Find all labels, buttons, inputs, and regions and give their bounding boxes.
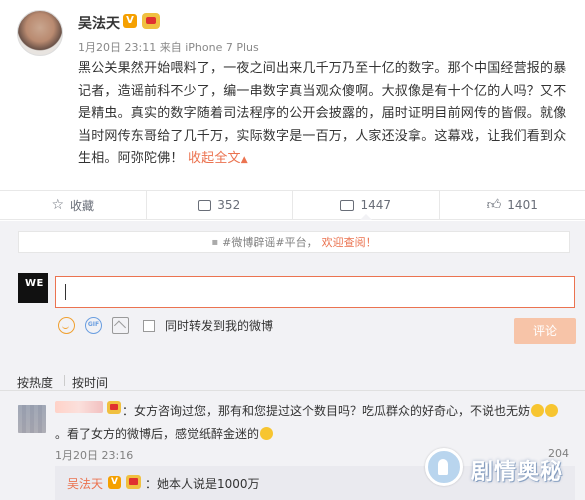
rumor-prefix: #微博辟谣#平台， xyxy=(222,236,318,249)
comment-timestamp: 1月20日 23:16 xyxy=(55,449,134,462)
sort-time-tab[interactable]: 按时间 xyxy=(72,374,108,391)
share-count: 352 xyxy=(217,198,241,212)
comment-tools: GIF 同时转发到我的微博 xyxy=(58,317,273,334)
comment-text-line1: ：女方咨询过您，那有和您提过这个数目吗？吃瓜群众的好奇心，不说也无妨 xyxy=(122,399,572,423)
share-button[interactable]: 352 xyxy=(145,191,293,219)
post-text: 黑公关果然开始喂料了，一夜之间出来几千万乃至十亿的数字。那个中国经营报的暴记者，… xyxy=(78,61,567,166)
share-icon xyxy=(198,199,212,211)
commenter-name-blurred[interactable] xyxy=(55,401,103,413)
emoji-icon[interactable] xyxy=(58,317,75,334)
my-avatar[interactable]: WE xyxy=(18,273,48,303)
speaker-icon: ▪ xyxy=(211,236,219,248)
watermark-text: 剧情奥秘 xyxy=(471,460,564,485)
like-count: 1401 xyxy=(507,198,538,212)
favorite-button[interactable]: ☆ 收藏 xyxy=(0,191,146,219)
author-avatar[interactable] xyxy=(17,10,63,56)
comment-input[interactable] xyxy=(55,276,575,308)
watermark-logo-icon xyxy=(425,448,463,486)
watermark: 剧情奥秘 xyxy=(425,440,585,500)
source-device: iPhone 7 Plus xyxy=(185,41,259,54)
submit-comment-button[interactable]: 评论 xyxy=(514,318,576,344)
reply-text: ：她本人说是1000万 xyxy=(145,477,260,491)
thumbs-up-icon: 👍︎ xyxy=(486,197,502,213)
sync-checkbox[interactable] xyxy=(143,319,155,332)
vip-crown-icon xyxy=(142,13,160,29)
post-meta: 1月20日 23:11 来自 iPhone 7 Plus xyxy=(78,39,259,55)
post-content: 黑公关果然开始喂料了，一夜之间出来几千万乃至十亿的数字。那个中国经营报的暴记者，… xyxy=(78,58,578,172)
star-icon: ☆ xyxy=(51,197,65,213)
comment-button[interactable]: 1447 xyxy=(292,191,439,220)
favorite-label: 收藏 xyxy=(70,198,95,213)
smirk-emoji-icon xyxy=(260,427,274,440)
verified-icon: V xyxy=(108,476,121,489)
vip-crown-icon xyxy=(107,401,121,414)
gif-icon[interactable]: GIF xyxy=(85,317,102,334)
sync-label: 同时转发到我的微博 xyxy=(165,319,274,333)
laugh-cry-emoji-icon xyxy=(531,404,545,417)
comment-count: 1447 xyxy=(360,198,392,212)
collapse-link[interactable]: 收起全文▲ xyxy=(188,151,248,166)
weibo-post: 吴法天 V 1月20日 23:11 来自 iPhone 7 Plus 黑公关果然… xyxy=(0,0,585,190)
vip-crown-icon xyxy=(126,475,141,489)
post-timestamp[interactable]: 1月20日 23:11 xyxy=(78,41,156,54)
comment-icon xyxy=(340,199,355,211)
reply-author[interactable]: 吴法天 xyxy=(67,475,103,492)
image-icon[interactable] xyxy=(112,317,129,334)
laugh-cry-emoji-icon xyxy=(545,404,559,417)
author-name[interactable]: 吴法天 xyxy=(78,13,120,33)
sort-bar: 按热度 按时间 xyxy=(0,367,585,391)
verified-icon: V xyxy=(123,14,137,28)
up-arrow-icon: ▲ xyxy=(240,155,248,165)
source-prefix: 来自 xyxy=(159,41,182,54)
rumor-link[interactable]: 欢迎查阅！ xyxy=(322,234,377,250)
action-bar: ☆ 收藏 352 1447 👍︎ 1401 xyxy=(0,190,585,220)
rumor-banner: ▪ #微博辟谣#平台， 欢迎查阅！ xyxy=(18,231,570,253)
commenter-avatar[interactable] xyxy=(18,405,46,433)
text-caret xyxy=(65,284,66,300)
sort-hot-tab[interactable]: 按热度 xyxy=(17,374,53,391)
sort-divider xyxy=(64,375,65,386)
like-button[interactable]: 👍︎ 1401 xyxy=(438,191,585,219)
